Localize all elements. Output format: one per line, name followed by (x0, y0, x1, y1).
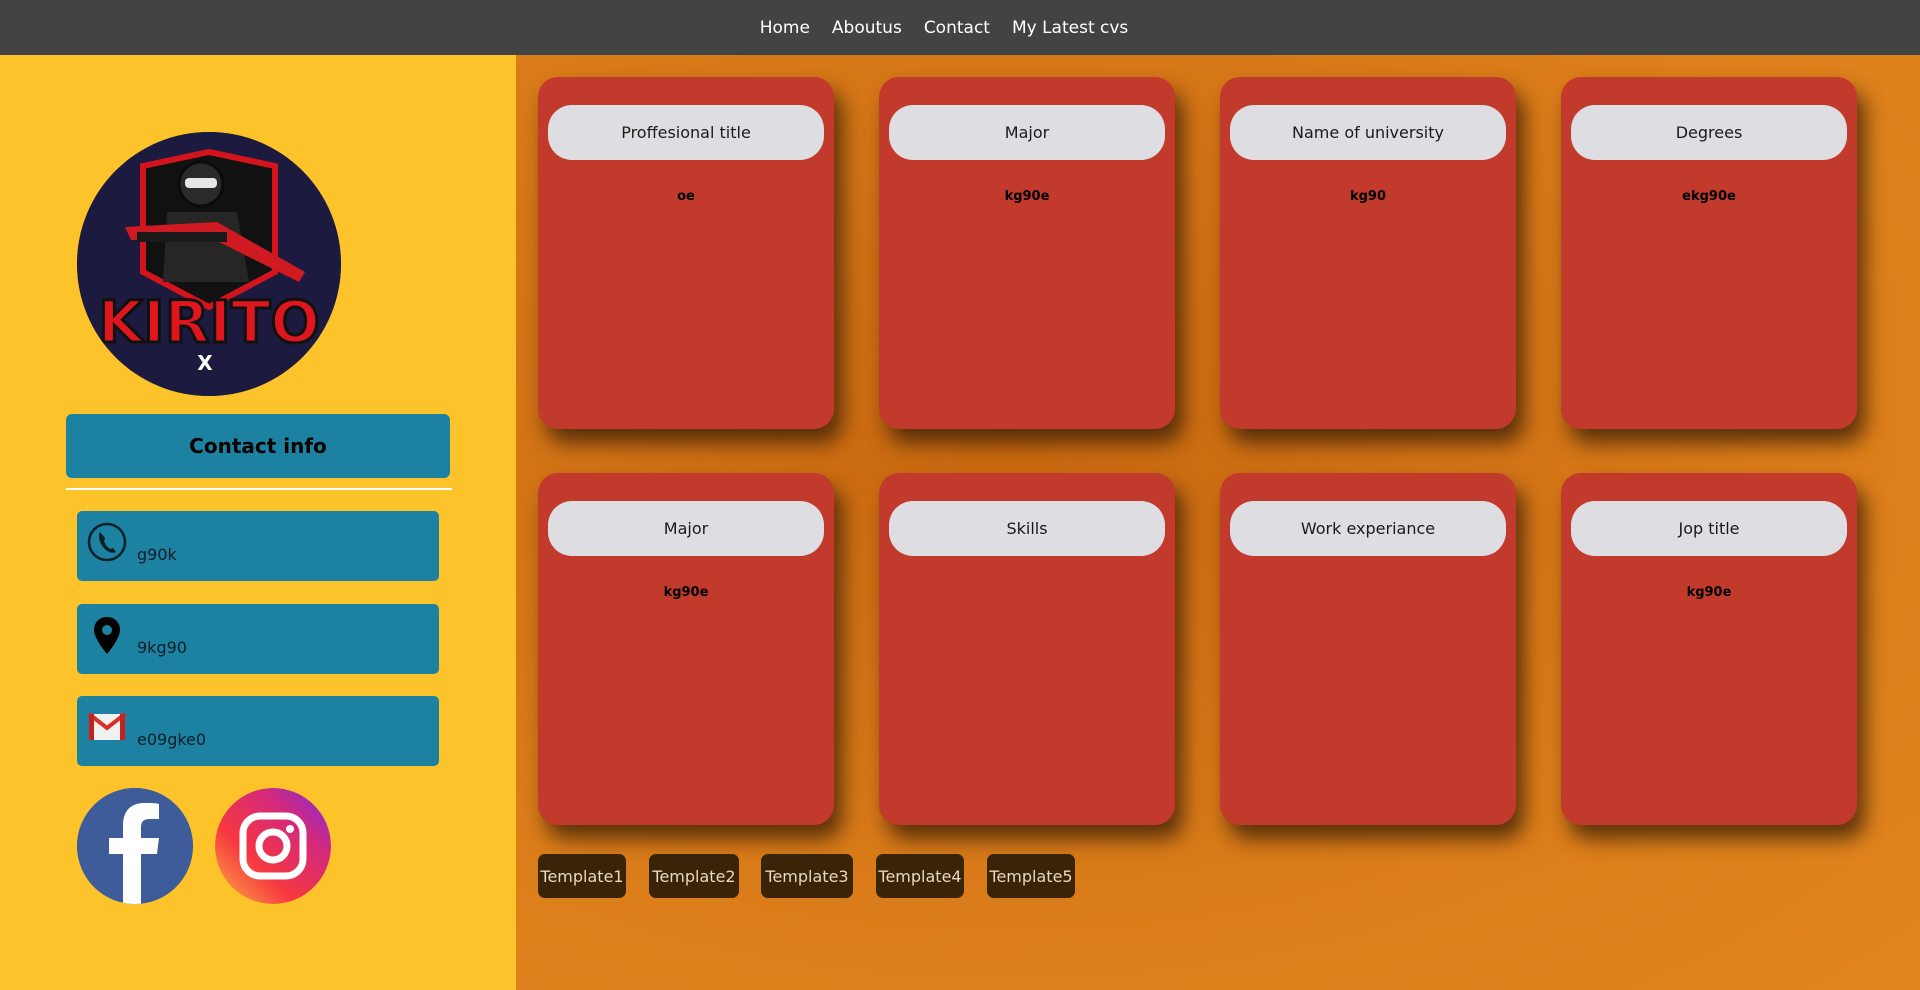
card-value: kg90 (1349, 189, 1387, 204)
card-title[interactable]: Major (548, 501, 824, 556)
avatar: KIRITO X (77, 132, 341, 396)
template1-button[interactable]: Template1 (538, 854, 626, 898)
avatar-logo-subtext: X (197, 351, 213, 375)
nav-home[interactable]: Home (760, 18, 810, 38)
facebook-link[interactable] (77, 788, 193, 904)
email-value: e09gke0 (137, 730, 207, 749)
card-title[interactable]: Major (889, 105, 1165, 160)
instagram-link[interactable] (215, 788, 331, 904)
cv-main-area: Proffesional title oe Major kg90e Name o… (516, 55, 1920, 990)
template4-button[interactable]: Template4 (876, 854, 964, 898)
instagram-icon (215, 788, 331, 904)
divider (66, 488, 452, 490)
phone-contact-box: g90k (77, 511, 439, 581)
cv-card: Degrees ekg90e (1561, 77, 1857, 429)
location-pin-icon (94, 617, 120, 654)
contact-info-heading: Contact info (66, 414, 450, 478)
card-value: kg90e (1686, 585, 1732, 600)
cv-card: Major kg90e (879, 77, 1175, 429)
card-value: kg90e (663, 585, 709, 600)
facebook-icon (77, 788, 193, 904)
cv-card: Major kg90e (538, 473, 834, 825)
card-title[interactable]: Jop title (1571, 501, 1847, 556)
cv-card: Jop title kg90e (1561, 473, 1857, 825)
card-title[interactable]: Work experiance (1230, 501, 1506, 556)
sidebar: KIRITO X Contact info g90k 9kg90 e09gke0 (0, 55, 516, 990)
card-value: ekg90e (1682, 189, 1736, 204)
card-title[interactable]: Degrees (1571, 105, 1847, 160)
avatar-logo-text: KIRITO (98, 288, 320, 356)
top-nav: Home Aboutus Contact My Latest cvs (0, 0, 1920, 55)
phone-icon (87, 522, 127, 562)
phone-value: g90k (137, 545, 177, 564)
card-title[interactable]: Skills (889, 501, 1165, 556)
template2-button[interactable]: Template2 (649, 854, 739, 898)
cv-card: Proffesional title oe (538, 77, 834, 429)
email-contact-box: e09gke0 (77, 696, 439, 766)
card-value: oe (677, 189, 695, 204)
template5-button[interactable]: Template5 (987, 854, 1075, 898)
location-contact-box: 9kg90 (77, 604, 439, 674)
cv-card: Name of university kg90 (1220, 77, 1516, 429)
gmail-icon (87, 712, 127, 740)
card-title[interactable]: Name of university (1230, 105, 1506, 160)
cv-card: Skills (879, 473, 1175, 825)
nav-contact[interactable]: Contact (924, 18, 990, 38)
card-title[interactable]: Proffesional title (548, 105, 824, 160)
nav-latest-cvs[interactable]: My Latest cvs (1012, 18, 1128, 38)
location-value: 9kg90 (137, 638, 187, 657)
nav-aboutus[interactable]: Aboutus (832, 18, 902, 38)
card-value: kg90e (1004, 189, 1050, 204)
avatar-logo-icon: KIRITO X (77, 132, 341, 396)
template3-button[interactable]: Template3 (761, 854, 853, 898)
cv-card: Work experiance (1220, 473, 1516, 825)
